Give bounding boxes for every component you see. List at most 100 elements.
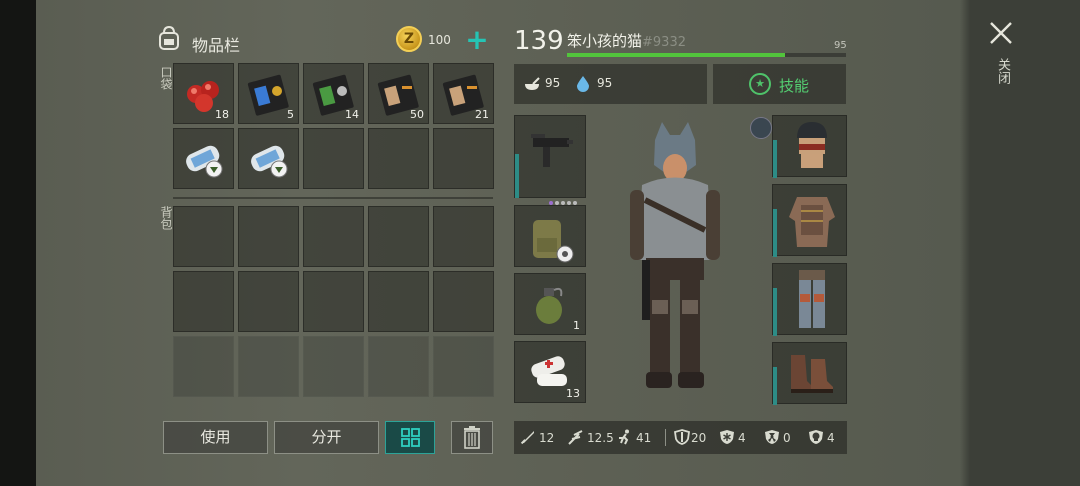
backpack-slot-locked[interactable] [433,336,494,397]
cold-value: 4 [738,431,746,445]
backpack-slot[interactable] [368,206,429,267]
backpack-slot[interactable] [433,271,494,332]
xp-bar [567,53,846,57]
pocket-slot-tan-case[interactable]: 50 [368,63,429,124]
weapon-slot[interactable] [514,115,586,205]
stats-divider [665,429,666,446]
toxic-resist-icon [809,430,823,444]
skills-label: 技能 [779,77,810,95]
player-name-line: 笨小孩的猫#9332 [567,30,686,51]
durability-bar [773,367,777,405]
pocket-slot-empty[interactable] [303,128,364,189]
pocket-slot-green-case[interactable]: 14 [303,63,364,124]
close-label[interactable]: 关闭 [993,58,1012,84]
item-quantity: 18 [215,108,229,121]
backpack-slot[interactable] [238,271,299,332]
skills-button[interactable]: ★ 技能 [713,64,846,104]
boots-slot[interactable] [772,342,847,405]
star-icon: ★ [749,73,771,95]
map-scroll-icon [251,145,288,178]
section-divider [173,197,493,199]
backpack-slot-locked[interactable] [368,336,429,397]
thirst-value: 95 [597,76,613,90]
medkit-quantity: 13 [566,387,580,400]
blue-badge-case-icon [247,74,289,116]
medkit-slot[interactable]: 13 [514,341,586,403]
trash-button[interactable] [451,421,493,454]
backpack-slot[interactable] [173,206,234,267]
add-coins-button[interactable]: + [462,26,492,56]
backpack-slot[interactable] [433,206,494,267]
speed-icon [619,429,629,445]
xp-fill [567,53,785,57]
pocket-slot-blue-case[interactable]: 5 [238,63,299,124]
use-button[interactable]: 使用 [163,421,268,454]
pocket-slot-map-2[interactable] [238,128,299,189]
chest-armor-slot[interactable] [772,184,847,257]
grid-sort-icon [401,428,420,447]
durability-bar [773,140,777,178]
backpack-icon [159,26,179,50]
backpack-slot[interactable] [368,271,429,332]
backpack-slot[interactable] [173,271,234,332]
wolf-badge-icon [750,117,772,139]
item-quantity: 14 [345,108,359,121]
character-avatar [630,122,720,388]
durability-bar [515,154,519,198]
pocket-slot-apples[interactable]: 18 [173,63,234,124]
item-quantity: 50 [410,108,424,121]
pocket-slot-empty[interactable] [368,128,429,189]
player-name: 笨小孩的猫 [567,32,643,50]
radiation-value: 0 [783,431,791,445]
melee-value: 12 [539,431,555,445]
backpack-item-icon [533,220,574,263]
durability-bar [773,209,777,257]
chest-armor-icon [789,197,835,247]
inventory-title: 物品栏 [192,36,241,55]
inventory-header: 物品栏 Z 100 + [158,24,494,60]
backpack-slot[interactable] [238,206,299,267]
trash-icon [464,426,480,449]
durability-bar [773,288,777,336]
boots-icon [791,355,833,393]
pocket-slot-tan-case-2[interactable]: 21 [433,63,494,124]
helmet-slot[interactable] [772,115,847,178]
coin-icon: Z [396,26,422,52]
backpack-slot-locked[interactable] [173,336,234,397]
item-quantity: 21 [475,108,489,121]
survival-stats: 95 95 [514,64,707,104]
pants-icon [799,270,825,328]
pocket-slot-map-1[interactable] [173,128,234,189]
toxic-value: 4 [827,431,835,445]
pocket-slot-empty[interactable] [433,128,494,189]
thirst-icon [577,76,589,92]
pants-slot[interactable] [772,263,847,336]
backpack-slot[interactable] [303,206,364,267]
helmet-icon [797,122,827,168]
backpack-slot-locked[interactable] [303,336,364,397]
xp-max: 95 [834,40,847,51]
hunger-value: 95 [545,76,561,90]
split-button[interactable]: 分开 [274,421,379,454]
player-tag: #9332 [642,35,686,50]
close-icon[interactable] [986,18,1016,48]
backpack-slot[interactable] [303,271,364,332]
armor-value: 20 [691,431,707,445]
melee-icon [520,431,534,445]
grenade-slot[interactable]: 1 [514,273,586,335]
left-edge [0,0,36,486]
pocket-grid: 18 5 14 50 21 [173,63,494,189]
item-quantity: 5 [287,108,294,121]
ranged-icon [568,430,583,445]
grenade-quantity: 1 [573,319,580,332]
grenade-icon [536,287,563,324]
smg-icon [531,134,573,167]
speed-value: 41 [636,431,652,445]
coin-count: 100 [428,33,451,47]
backpack-equip-slot[interactable] [514,205,586,267]
backpack-slot-locked[interactable] [238,336,299,397]
ranged-value: 12.5 [587,431,614,445]
radiation-resist-icon [765,430,779,444]
sort-button[interactable] [385,421,435,454]
player-level: 139 [514,26,564,56]
